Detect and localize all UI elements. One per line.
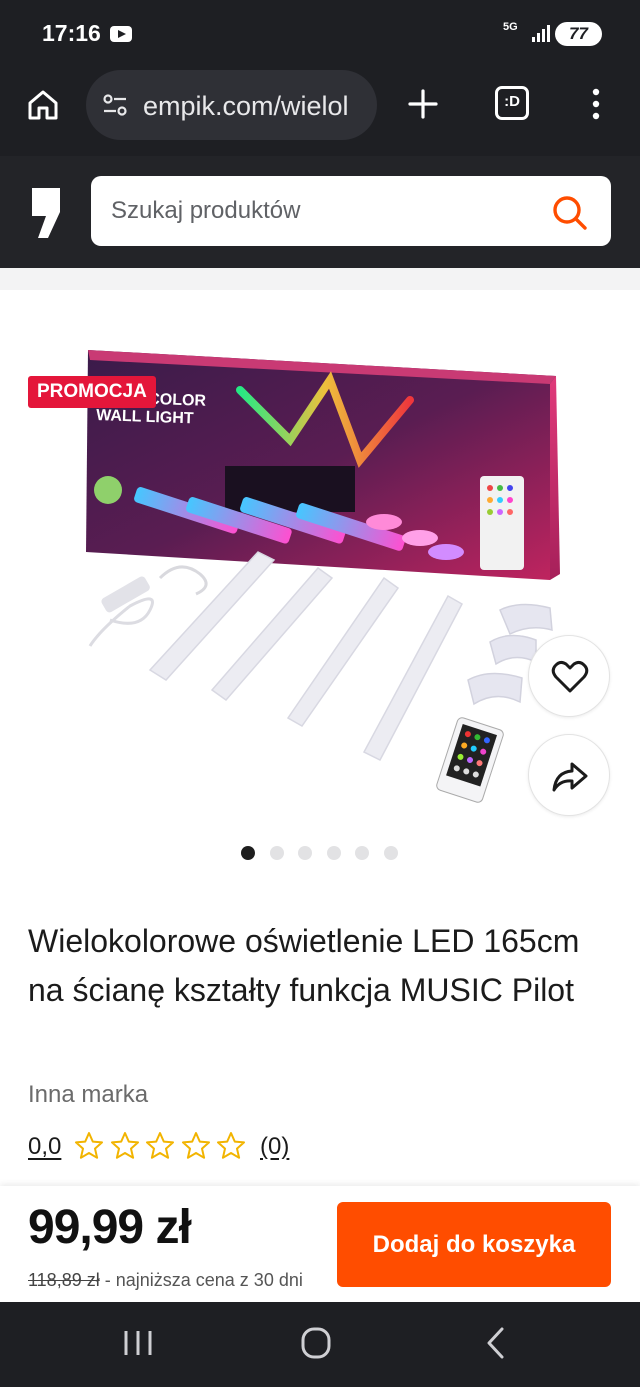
heart-icon: [551, 660, 589, 693]
star-icon: [110, 1132, 139, 1159]
tabs-button[interactable]: :D: [495, 86, 529, 120]
browser-toolbar: empik.com/wielol :D: [0, 66, 640, 156]
network-indicator: 5G: [503, 21, 518, 33]
pagination-dot[interactable]: [326, 846, 341, 860]
add-to-cart-button[interactable]: Dodaj do koszyka: [337, 1202, 611, 1287]
youtube-icon: [110, 26, 132, 42]
recent-apps-icon[interactable]: [122, 1328, 154, 1358]
star-icon: [75, 1132, 103, 1159]
pagination-dot[interactable]: [241, 846, 255, 860]
star-icon: [181, 1132, 210, 1159]
old-price-note: - najniższa cena z 30 dni: [104, 1270, 303, 1290]
promo-badge: PROMOCJA: [28, 376, 156, 408]
pagination-dot[interactable]: [355, 846, 369, 860]
share-icon: [552, 762, 588, 792]
address-bar[interactable]: empik.com/wielol: [86, 70, 377, 140]
system-nav-bar: [0, 1302, 640, 1387]
tabs-label: :D: [504, 93, 520, 110]
search-input[interactable]: [111, 192, 531, 230]
rating-value[interactable]: 0,0: [28, 1133, 61, 1161]
battery-indicator: 77: [555, 22, 602, 46]
pagination-dot[interactable]: [269, 846, 284, 860]
home-icon[interactable]: [26, 88, 60, 122]
star-icon: [217, 1132, 245, 1159]
wishlist-button[interactable]: [528, 635, 610, 717]
home-nav-icon[interactable]: [300, 1326, 332, 1360]
lowest-price-info: 118,89 zł - najniższa cena z 30 dni: [28, 1270, 303, 1291]
current-price: 99,99 zł: [28, 1201, 192, 1254]
star-icon: [146, 1132, 174, 1159]
menu-icon[interactable]: [586, 86, 606, 122]
new-tab-icon[interactable]: [407, 88, 439, 120]
url-text: empik.com/wielol: [143, 91, 349, 121]
pagination-dot[interactable]: [298, 846, 312, 860]
share-button[interactable]: [528, 734, 610, 816]
empik-logo-icon[interactable]: [28, 186, 64, 240]
old-price: 118,89 zł: [28, 1270, 100, 1290]
rating-count[interactable]: (0): [260, 1133, 289, 1161]
header-divider: [0, 268, 640, 290]
status-time: 17:16: [42, 20, 101, 46]
site-header: [0, 156, 640, 268]
product-title: Wielokolorowe oświetlenie LED 165cm na ś…: [28, 923, 580, 1008]
svg-text:WALL LIGHT: WALL LIGHT: [96, 407, 194, 427]
price-bar: 99,99 zł 118,89 zł - najniższa cena z 30…: [0, 1186, 640, 1302]
back-icon[interactable]: [484, 1326, 508, 1360]
signal-icon: [528, 24, 550, 42]
site-settings-icon[interactable]: [102, 94, 128, 116]
search-icon[interactable]: [549, 192, 589, 232]
pagination-dot[interactable]: [383, 846, 398, 860]
product-brand[interactable]: Inna marka: [28, 1081, 148, 1109]
search-box[interactable]: [91, 176, 611, 246]
status-bar: 17:16 5G 77: [0, 0, 640, 66]
